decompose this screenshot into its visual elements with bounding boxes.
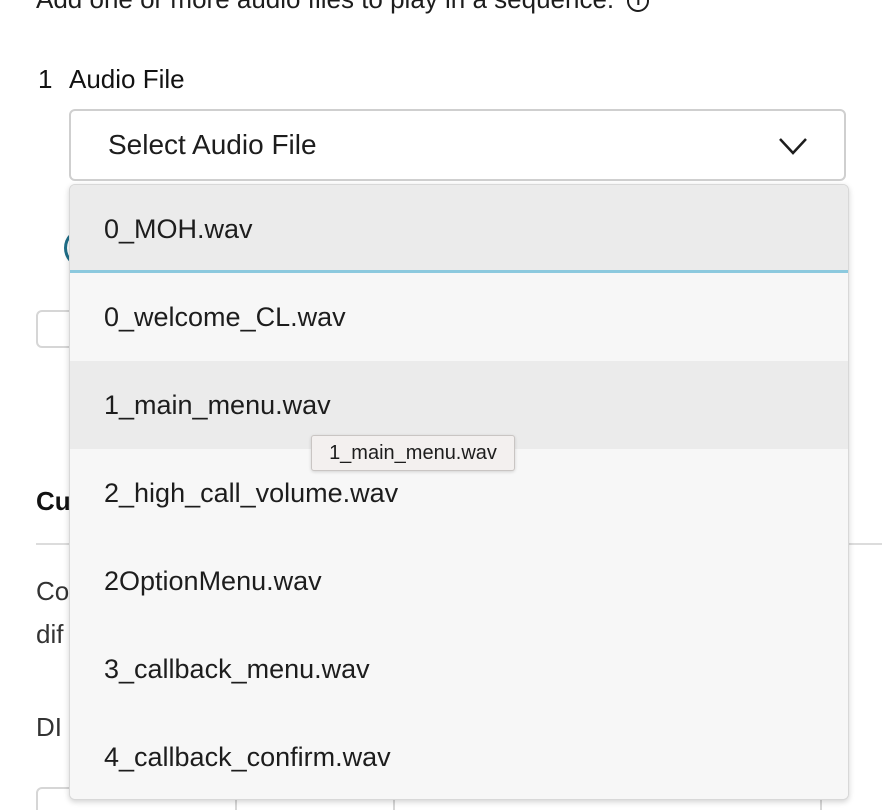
intro-label: Add one or more audio files to play in a…	[36, 0, 614, 14]
page: Add one or more audio files to play in a…	[0, 0, 882, 810]
audio-row-number: 1	[38, 64, 53, 94]
audio-file-dropdown[interactable]: 0_MOH.wav 0_welcome_CL.wav 1_main_menu.w…	[69, 184, 849, 800]
dropdown-option[interactable]: 4_callback_confirm.wav	[70, 713, 848, 799]
dropdown-option[interactable]: 2OptionMenu.wav	[70, 537, 848, 625]
section-heading: Cu	[36, 486, 71, 516]
dropdown-option[interactable]: 0_welcome_CL.wav	[70, 273, 848, 361]
dtmf-label: DI	[36, 712, 62, 742]
option-tooltip: 1_main_menu.wav	[311, 435, 515, 471]
intro-text: Add one or more audio files to play in a…	[36, 0, 650, 15]
audio-file-label: Audio File	[69, 64, 185, 94]
info-icon[interactable]: i	[627, 0, 650, 13]
dropdown-option[interactable]: 0_MOH.wav	[70, 185, 848, 273]
section-description-line2: dif	[36, 619, 64, 649]
section-description-line1: Co	[36, 576, 70, 606]
audio-file-select[interactable]: Select Audio File	[69, 109, 846, 181]
dropdown-option[interactable]: 3_callback_menu.wav	[70, 625, 848, 713]
chevron-down-icon	[779, 138, 807, 155]
select-value: Select Audio File	[108, 129, 317, 160]
